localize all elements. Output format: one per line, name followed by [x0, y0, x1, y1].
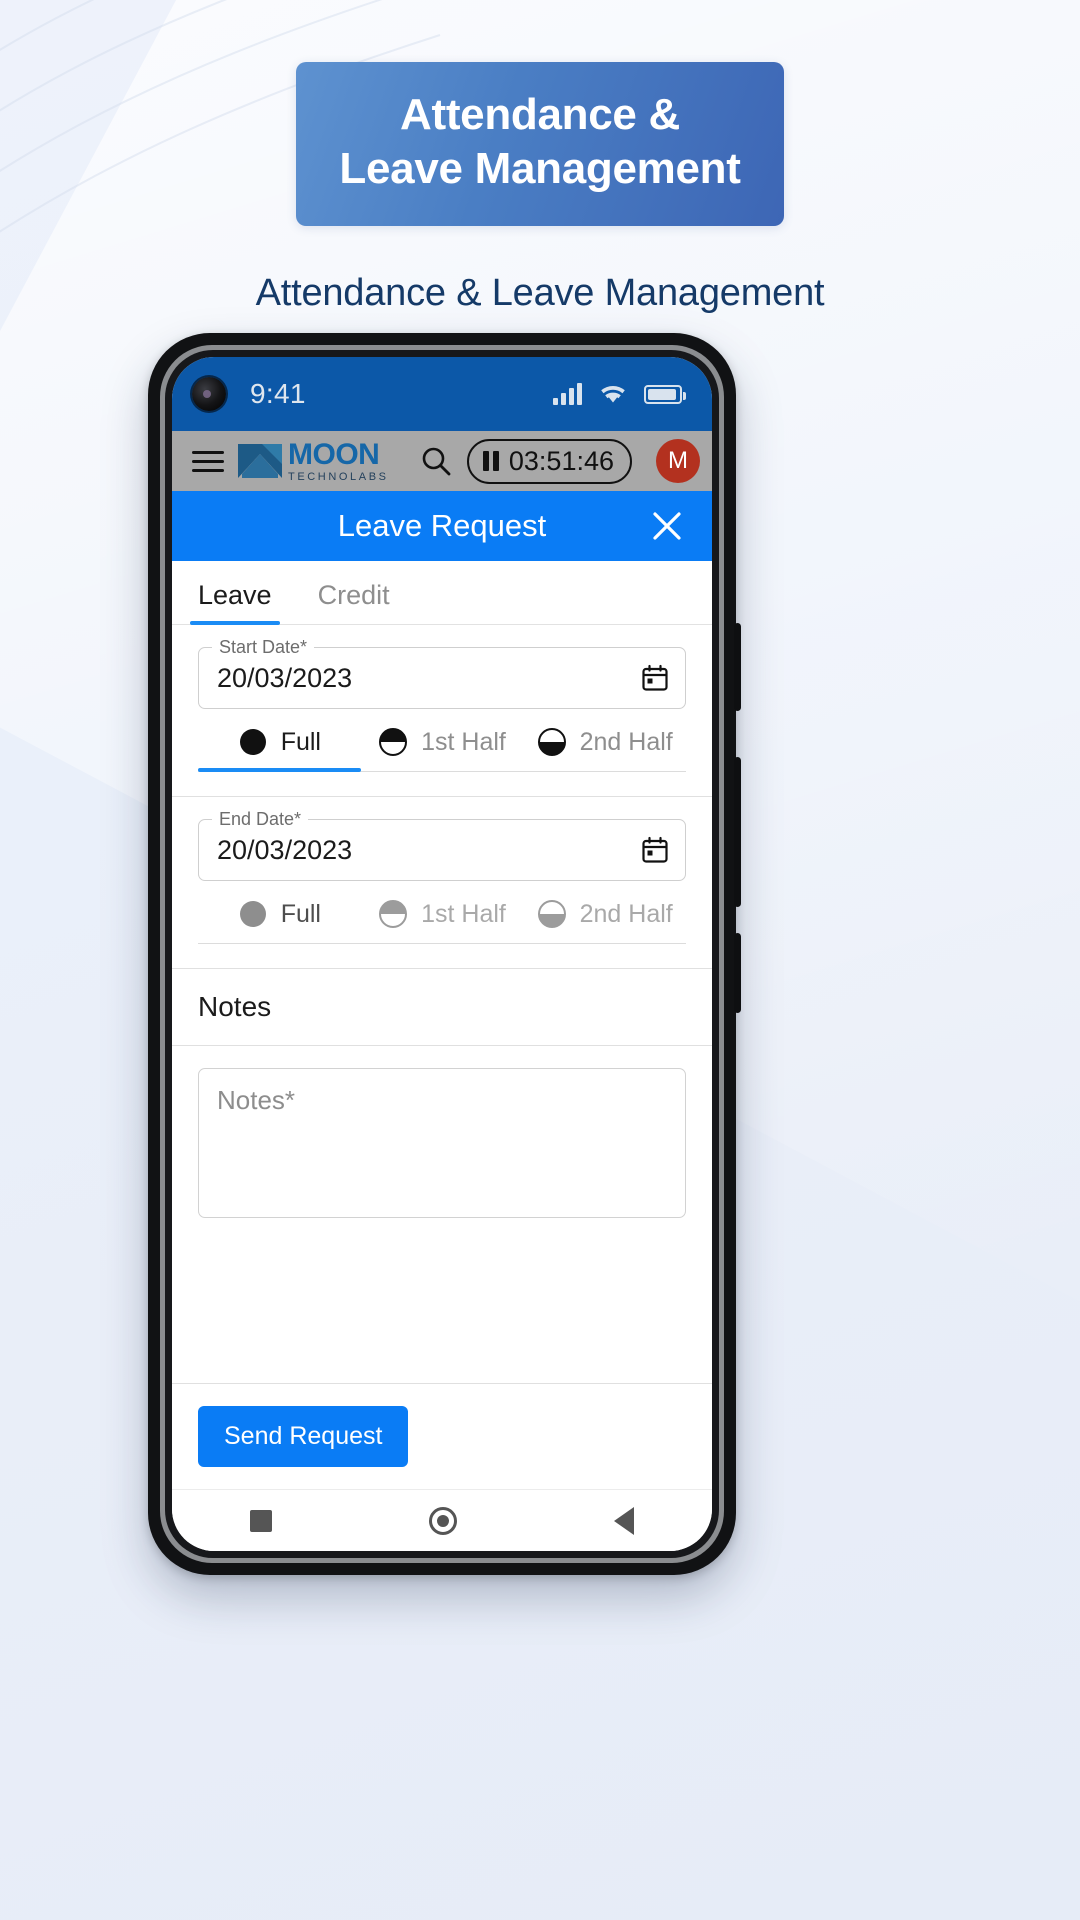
- start-duration-label-1st-half: 1st Half: [421, 727, 506, 756]
- end-duration-label-2nd-half: 2nd Half: [579, 899, 673, 928]
- hero-section: Attendance & Leave Management Attendance…: [0, 62, 1080, 315]
- start-duration-label-2nd-half: 2nd Half: [579, 727, 673, 756]
- tab-credit[interactable]: Credit: [318, 580, 390, 624]
- close-icon[interactable]: [650, 509, 684, 543]
- status-bar: 9:41: [172, 357, 712, 431]
- end-duration-option-1st-half[interactable]: 1st Half: [361, 899, 524, 929]
- full-day-icon: [239, 901, 266, 927]
- first-half-icon: [379, 728, 408, 756]
- triangle-back-icon[interactable]: [613, 1506, 634, 1535]
- end-duration-label-1st-half: 1st Half: [421, 899, 506, 928]
- notes-section-heading: Notes: [172, 969, 712, 1046]
- hero-subtitle: Attendance & Leave Management: [255, 272, 825, 314]
- end-duration-selector: Full 1st Half 2nd Half: [198, 899, 686, 944]
- moon-technolabs-logo: MOON TECHNOLABS: [238, 437, 389, 483]
- hamburger-menu-icon[interactable]: [192, 450, 224, 472]
- hero-badge-line-2: Leave Management: [339, 144, 741, 193]
- end-date-field-block: End Date* 20/03/2023: [172, 797, 712, 881]
- page-title: Leave Request: [337, 508, 547, 543]
- android-navigation-bar: [172, 1489, 712, 1551]
- notes-field-block: Notes*: [172, 1046, 712, 1218]
- app-bar: MOON TECHNOLABS 03:51:46 M: [172, 431, 712, 491]
- hero-badge-line-1: Attendance &: [400, 90, 680, 139]
- front-camera-punch-hole: [192, 377, 226, 411]
- battery-icon: [644, 384, 686, 404]
- start-duration-option-1st-half[interactable]: 1st Half: [361, 727, 524, 757]
- full-day-icon: [239, 729, 266, 755]
- timer-value: 03:51:46: [508, 445, 614, 476]
- end-date-label: End Date*: [212, 809, 309, 830]
- logo-wordmark: MOON: [288, 437, 380, 471]
- notes-placeholder: Notes*: [217, 1085, 296, 1115]
- end-date-input[interactable]: End Date* 20/03/2023: [198, 809, 686, 881]
- cellular-signal-icon: [553, 383, 582, 405]
- form-action-bar: Send Request: [172, 1383, 712, 1489]
- end-duration-label-full: Full: [280, 899, 321, 928]
- start-date-field-block: Start Date* 20/03/2023: [172, 625, 712, 709]
- moon-logo-text: MOON TECHNOLABS: [288, 437, 389, 483]
- second-half-icon: [537, 728, 566, 756]
- start-duration-label-full: Full: [280, 727, 321, 756]
- start-date-label: Start Date*: [212, 637, 315, 658]
- calendar-icon[interactable]: [641, 836, 669, 864]
- avatar[interactable]: M: [656, 439, 700, 483]
- form-spacer: [172, 1218, 712, 1383]
- status-bar-left: 9:41: [192, 377, 306, 411]
- end-duration-option-full[interactable]: Full: [198, 899, 361, 929]
- hero-badge: Attendance & Leave Management: [296, 62, 784, 226]
- pause-icon: [482, 451, 499, 471]
- calendar-icon[interactable]: [641, 664, 669, 692]
- phone-side-button-volume-up: [734, 623, 741, 711]
- phone-screen: 9:41 MOON TECHNOLABS 03:51:46 M Leave Re…: [172, 357, 712, 1551]
- phone-bezel-inner: 9:41 MOON TECHNOLABS 03:51:46 M Leave Re…: [165, 350, 719, 1558]
- start-duration-option-2nd-half[interactable]: 2nd Half: [523, 727, 686, 757]
- phone-bezel-outer: 9:41 MOON TECHNOLABS 03:51:46 M Leave Re…: [160, 345, 724, 1563]
- end-date-value: 20/03/2023: [217, 834, 353, 865]
- end-duration-option-2nd-half[interactable]: 2nd Half: [523, 899, 686, 929]
- circle-home-icon[interactable]: [428, 1506, 457, 1535]
- phone-side-button-power: [734, 933, 741, 1013]
- send-request-button[interactable]: Send Request: [198, 1406, 409, 1467]
- logo-tagline: TECHNOLABS: [288, 470, 389, 483]
- start-duration-option-full[interactable]: Full: [198, 727, 361, 757]
- avatar-initial: M: [668, 447, 688, 474]
- phone-side-button-volume-down: [734, 757, 741, 907]
- start-date-value: 20/03/2023: [217, 662, 353, 693]
- start-duration-active-indicator: [198, 768, 361, 772]
- square-recents-icon[interactable]: [250, 1509, 273, 1532]
- status-bar-right: [553, 383, 686, 405]
- start-duration-selector: Full 1st Half 2nd Half: [198, 727, 686, 772]
- notes-textarea[interactable]: Notes*: [198, 1068, 686, 1218]
- wifi-icon: [601, 386, 625, 403]
- phone-mockup: 9:41 MOON TECHNOLABS 03:51:46 M Leave Re…: [148, 333, 741, 1575]
- first-half-icon: [379, 900, 408, 928]
- status-bar-clock: 9:41: [250, 378, 306, 409]
- leave-request-tabs: Leave Credit: [172, 561, 712, 625]
- search-icon[interactable]: [419, 444, 453, 478]
- tab-leave[interactable]: Leave: [190, 580, 280, 625]
- second-half-icon: [537, 900, 566, 928]
- start-date-input[interactable]: Start Date* 20/03/2023: [198, 637, 686, 709]
- moon-logo-mark-icon: [238, 444, 282, 478]
- modal-header: Leave Request: [172, 491, 712, 561]
- work-timer-button[interactable]: 03:51:46: [466, 438, 632, 484]
- leave-request-form: Start Date* 20/03/2023 Full 1st Half 2nd…: [172, 625, 712, 1489]
